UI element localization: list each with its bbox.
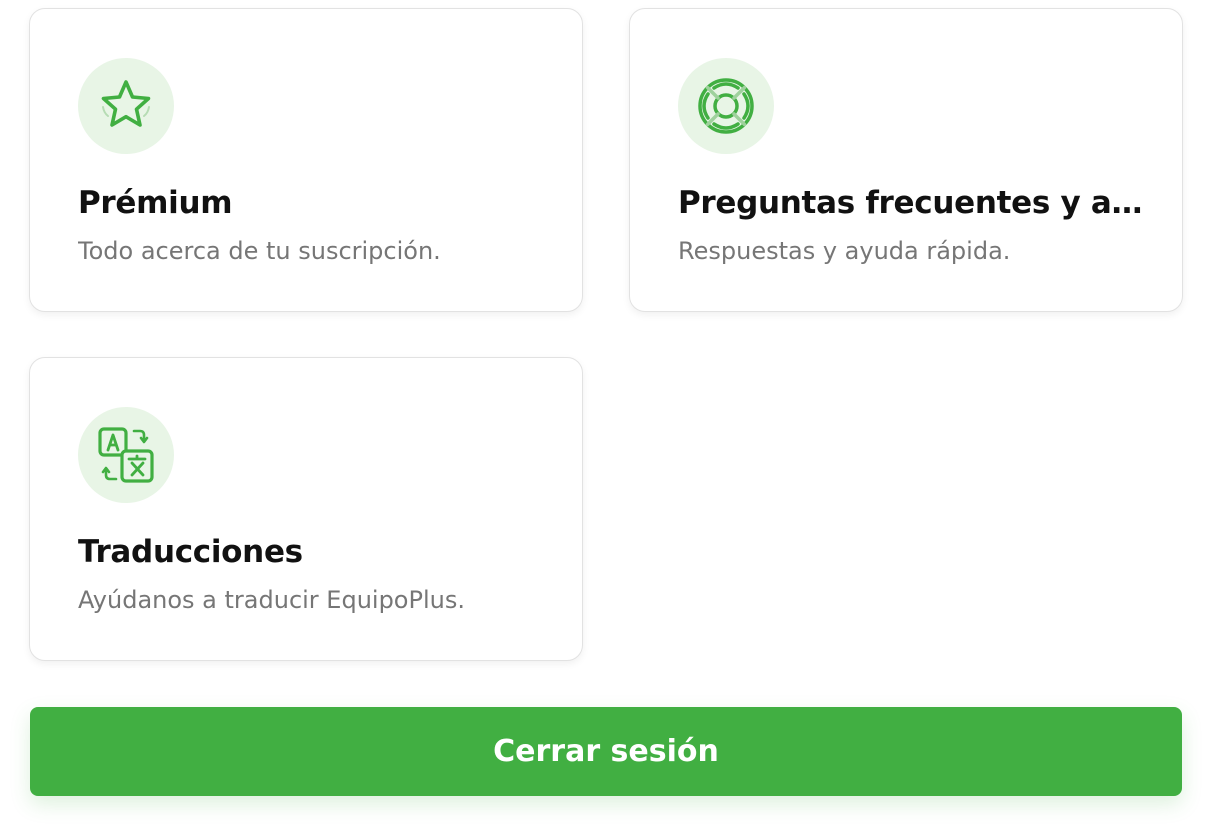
- lifebuoy-icon: [698, 78, 754, 134]
- faq-icon-badge: [678, 58, 774, 154]
- translations-card[interactable]: Traducciones Ayúdanos a traducir EquipoP…: [29, 357, 583, 661]
- faq-subtitle: Respuestas y ayuda rápida.: [678, 237, 1011, 265]
- premium-title: Prémium: [78, 185, 233, 221]
- translations-subtitle: Ayúdanos a traducir EquipoPlus.: [78, 586, 465, 614]
- faq-card[interactable]: Preguntas frecuentes y asistencia Respue…: [629, 8, 1183, 312]
- translations-icon-badge: [78, 407, 174, 503]
- premium-subtitle: Todo acerca de tu suscripción.: [78, 237, 441, 265]
- faq-title: Preguntas frecuentes y asistencia: [678, 185, 1148, 221]
- star-icon: [101, 80, 151, 127]
- premium-card[interactable]: Prémium Todo acerca de tu suscripción.: [29, 8, 583, 312]
- translations-title: Traducciones: [78, 534, 303, 570]
- translate-icon: [98, 427, 154, 483]
- premium-icon-badge: [78, 58, 174, 154]
- logout-button[interactable]: Cerrar sesión: [30, 707, 1182, 796]
